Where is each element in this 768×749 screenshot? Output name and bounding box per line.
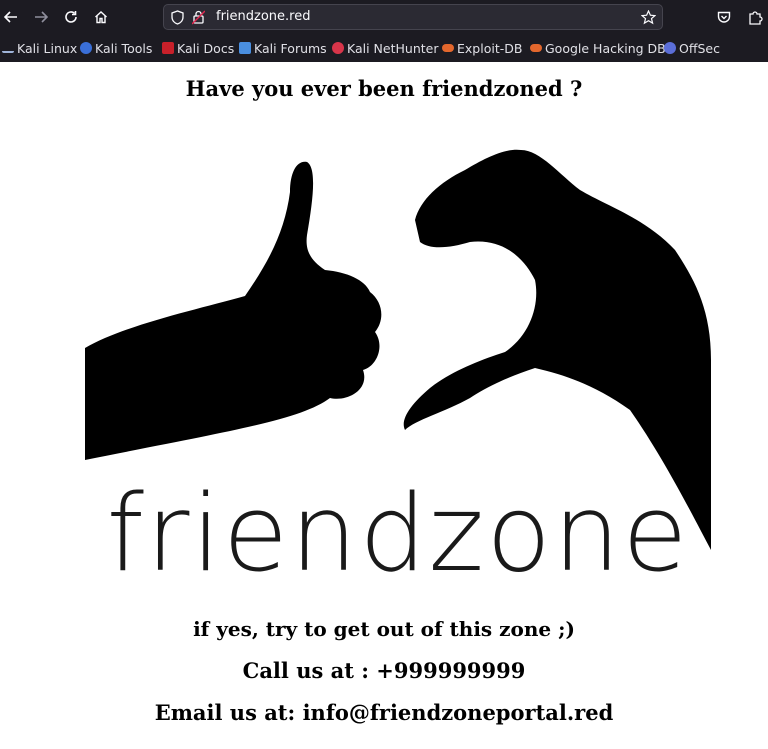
bookmark-label: Google Hacking DB [545,40,666,56]
ghdb-icon [530,44,542,52]
pocket-button[interactable] [714,7,734,27]
email-text: Email us at: info@friendzoneportal.red [154,700,614,725]
bookmark-label: Kali Docs [177,40,235,56]
bookmark-star-icon[interactable] [641,10,656,25]
tagline-text: if yes, try to get out of this zone ;) [193,617,575,641]
url-text[interactable]: friendzone.red [216,9,310,24]
bookmark-label: OffSec [679,40,720,56]
friendzone-wordmark: friendzone [107,472,690,595]
tracking-protection-shield-icon[interactable] [171,10,184,25]
reload-button[interactable] [61,7,81,27]
hands-silhouette-icon: friendzone [85,149,711,595]
bookmark-kali-nethunter[interactable]: Kali NetHunter [332,39,438,57]
bookmark-label: Kali Forums [254,40,327,56]
insecure-lock-icon[interactable] [192,10,205,25]
puzzle-piece-icon [748,10,763,25]
bookmark-offsec[interactable]: OffSec [664,39,720,57]
kali-dragon-icon [2,43,14,53]
reload-icon [65,11,77,23]
exploit-db-icon [442,44,454,52]
forward-arrow-icon [35,11,48,23]
offsec-icon [664,42,676,54]
pocket-icon [717,11,731,23]
forward-button[interactable] [31,7,51,27]
home-icon [95,11,107,24]
bookmark-label: Exploit-DB [457,40,523,56]
kali-tools-icon [80,42,92,54]
bookmark-google-hacking-db[interactable]: Google Hacking DB [530,39,666,57]
page-content: Have you ever been friendzoned ? friendz… [0,62,768,749]
bookmark-exploit-db[interactable]: Exploit-DB [442,39,522,57]
bookmarks-toolbar: Kali Linux Kali Tools Kali Docs Kali For… [0,36,768,60]
extensions-button[interactable] [745,7,765,27]
url-bar[interactable]: friendzone.red [163,4,663,30]
browser-chrome: friendzone.red Kali Linux Kali Tools Kal… [0,0,768,62]
kali-docs-icon [162,42,174,54]
bookmark-label: Kali NetHunter [347,40,439,56]
phone-text: Call us at : +999999999 [242,658,526,683]
kali-nethunter-icon [332,42,344,54]
home-button[interactable] [91,7,111,27]
page-heading: Have you ever been friendzoned ? [185,76,583,101]
bookmark-label: Kali Linux [17,40,78,56]
kali-forums-icon [239,42,251,54]
bookmark-label: Kali Tools [95,40,153,56]
bookmark-kali-forums[interactable]: Kali Forums [239,39,327,57]
bookmark-kali-docs[interactable]: Kali Docs [162,39,234,57]
friendzone-hero-image: friendzone [85,120,711,600]
back-button[interactable] [1,7,21,27]
bookmark-kali-tools[interactable]: Kali Tools [80,39,152,57]
back-arrow-icon [4,11,17,23]
bookmark-kali-linux[interactable]: Kali Linux [2,39,77,57]
